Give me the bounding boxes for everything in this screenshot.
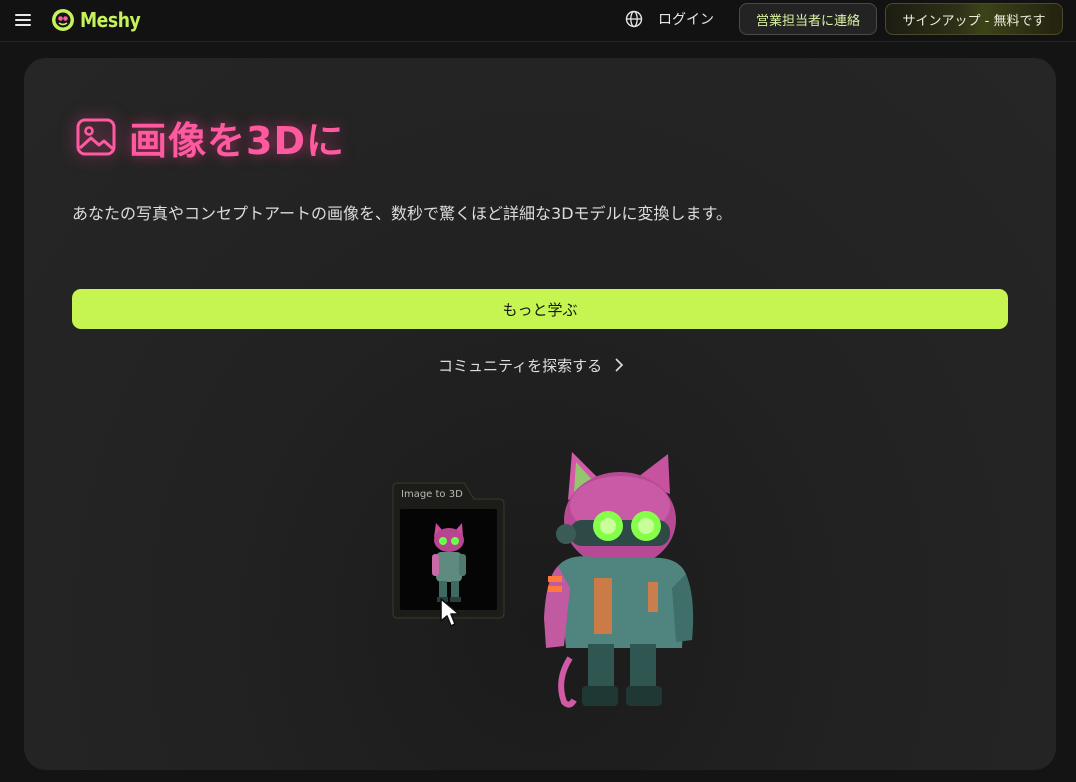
explore-community-link[interactable]: コミュニティを探索する: [438, 354, 624, 376]
cat-thumbnail-image: [400, 509, 497, 610]
hero-title-row: 画像を3Dに: [75, 112, 345, 163]
learn-more-button[interactable]: もっと学ぶ: [72, 289, 1008, 329]
image-icon: [76, 118, 116, 156]
meshy-logo[interactable]: Meshy: [50, 5, 150, 35]
page-title: 画像を3Dに: [129, 118, 345, 163]
top-navigation-bar: Meshy ログイン 営業担当者に連絡 サインアップ - 無料です: [0, 0, 1076, 42]
chevron-right-icon: [615, 358, 624, 372]
globe-icon[interactable]: [624, 9, 644, 29]
explore-community-label: コミュニティを探索する: [438, 356, 603, 375]
mini-card-label: Image to 3D: [401, 489, 463, 500]
3d-cat-model-image: [544, 452, 694, 708]
login-link[interactable]: ログイン: [658, 9, 714, 29]
pointer-cursor-icon: [440, 598, 460, 627]
signup-free-button[interactable]: サインアップ - 無料です: [885, 3, 1063, 35]
hamburger-menu-icon[interactable]: [15, 12, 33, 28]
logo-text: Meshy: [80, 8, 141, 32]
meshy-logo-icon: [52, 9, 74, 31]
hero-subtitle: あなたの写真やコンセプトアートの画像を、数秒で驚くほど詳細な3Dモデルに変換しま…: [72, 204, 732, 223]
contact-sales-button[interactable]: 営業担当者に連絡: [739, 3, 877, 35]
